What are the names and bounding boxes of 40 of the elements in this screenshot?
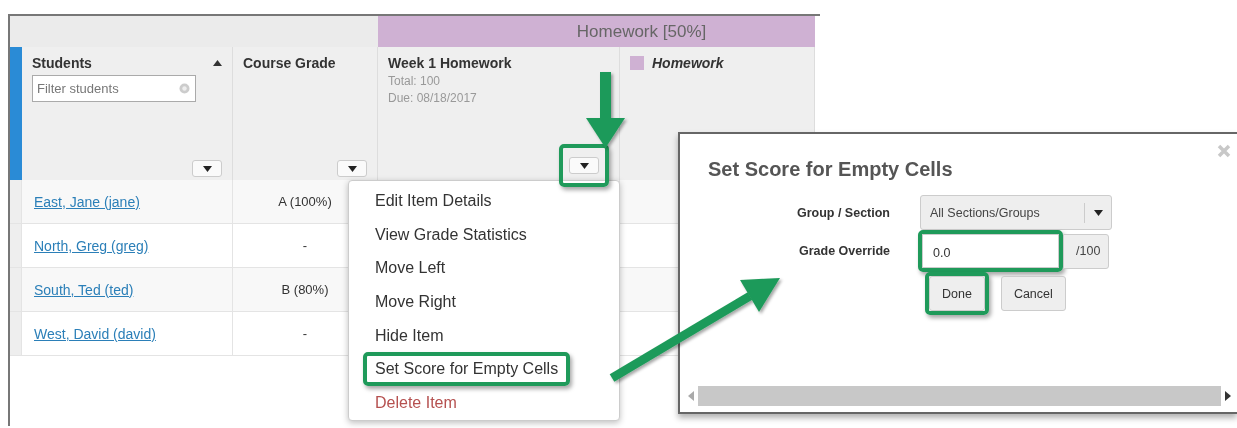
- menu-item[interactable]: Move Right: [367, 289, 464, 315]
- student-link[interactable]: East, Jane (jane): [34, 193, 140, 210]
- menu-item[interactable]: View Grade Statistics: [367, 221, 535, 248]
- category-swatch-icon: [630, 56, 644, 70]
- column-title: Homework: [652, 55, 724, 71]
- table-cell: B (80%): [281, 282, 329, 297]
- caret-icon: [347, 165, 357, 172]
- menu-item[interactable]: Delete Item: [367, 390, 465, 416]
- field-label: Grade Override: [799, 244, 890, 258]
- dropdown-button[interactable]: [192, 160, 222, 177]
- menu-item[interactable]: Edit Item Details: [367, 188, 500, 214]
- table-cell: -: [302, 326, 308, 341]
- done-button[interactable]: Done: [929, 276, 985, 311]
- column-title: Course Grade: [243, 55, 337, 71]
- student-link[interactable]: North, Greg (greg): [34, 237, 149, 254]
- menu-item[interactable]: Hide Item: [367, 322, 452, 349]
- grade-override-field[interactable]: 0.0: [922, 234, 1059, 268]
- dropdown-button[interactable]: [569, 157, 599, 174]
- dialog-title: Set Score for Empty Cells: [708, 158, 954, 181]
- column-title: Students: [32, 55, 92, 71]
- student-link[interactable]: South, Ted (ted): [34, 281, 134, 298]
- category-header: Homework [50%]: [378, 16, 815, 47]
- dropdown-button[interactable]: [337, 160, 367, 177]
- sort-ascending-icon[interactable]: [213, 60, 222, 66]
- section-dropdown[interactable]: All Sections/Groups: [920, 195, 1112, 230]
- column-title: Week 1 Homework: [388, 55, 513, 71]
- scroll-right-icon[interactable]: [1225, 391, 1231, 401]
- table-cell: A (100%): [278, 194, 332, 209]
- student-link[interactable]: West, David (david): [34, 325, 156, 342]
- cancel-button[interactable]: Cancel: [1000, 276, 1066, 311]
- score-suffix: /100: [1063, 233, 1110, 269]
- menu-item[interactable]: Set Score for Empty Cells: [367, 356, 567, 383]
- menu-item[interactable]: Move Left: [367, 255, 454, 282]
- caret-icon: [202, 165, 212, 172]
- caret-icon: [579, 162, 589, 169]
- field-label: Group / Section: [796, 205, 890, 220]
- filter-field[interactable]: Filter students: [32, 75, 196, 102]
- item-due-date: Due: 08/18/2017: [388, 91, 478, 105]
- item-total: Total: 100: [388, 74, 442, 88]
- table-cell: -: [302, 238, 308, 253]
